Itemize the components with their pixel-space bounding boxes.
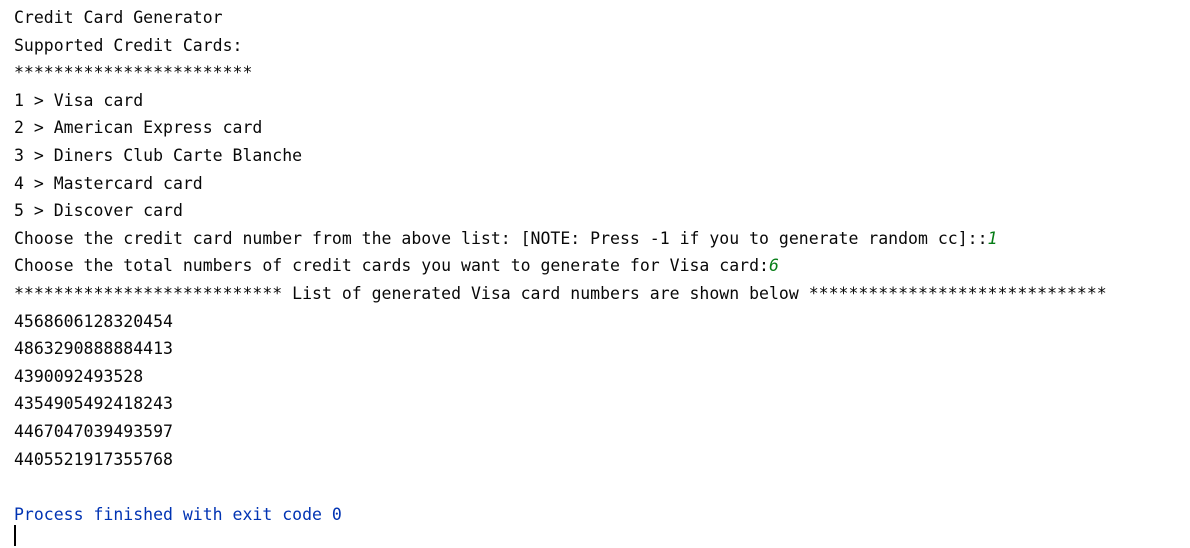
card-number: 4863290888884413 <box>14 339 173 359</box>
card-count-input-value: 6 <box>768 256 779 276</box>
app-title: Credit Card Generator <box>14 8 223 27</box>
card-type-input-value: 1 <box>987 228 998 248</box>
card-count-prompt: Choose the total numbers of credit cards… <box>14 256 769 276</box>
card-type-prompt-line: Choose the credit card number from the a… <box>14 225 1190 253</box>
card-number: 4390092493528 <box>14 366 144 386</box>
generated-list-header: *************************** List of gene… <box>14 283 1107 303</box>
option-mastercard: 4 > Mastercard card <box>14 173 203 193</box>
option-american-express: 2 > American Express card <box>14 118 263 138</box>
option-visa: 1 > Visa card <box>14 90 144 110</box>
option-discover: 5 > Discover card <box>14 201 183 221</box>
card-number: 4568606128320454 <box>14 311 173 331</box>
process-finished-message: Process finished with exit code 0 <box>14 504 342 524</box>
text-caret[interactable] <box>14 525 16 546</box>
card-type-prompt: Choose the credit card number from the a… <box>14 228 988 248</box>
option-diners-club: 3 > Diners Club Carte Blanche <box>14 145 303 165</box>
supported-cards-heading: Supported Credit Cards: <box>14 35 243 55</box>
card-count-prompt-line: Choose the total numbers of credit cards… <box>14 252 1190 280</box>
card-number: 4467047039493597 <box>14 421 173 441</box>
card-number: 4354905492418243 <box>14 394 173 414</box>
separator-line: ************************ <box>14 63 253 83</box>
card-number: 4405521917355768 <box>14 449 173 469</box>
console-output[interactable]: Credit Card Generator Supported Credit C… <box>14 4 1190 528</box>
